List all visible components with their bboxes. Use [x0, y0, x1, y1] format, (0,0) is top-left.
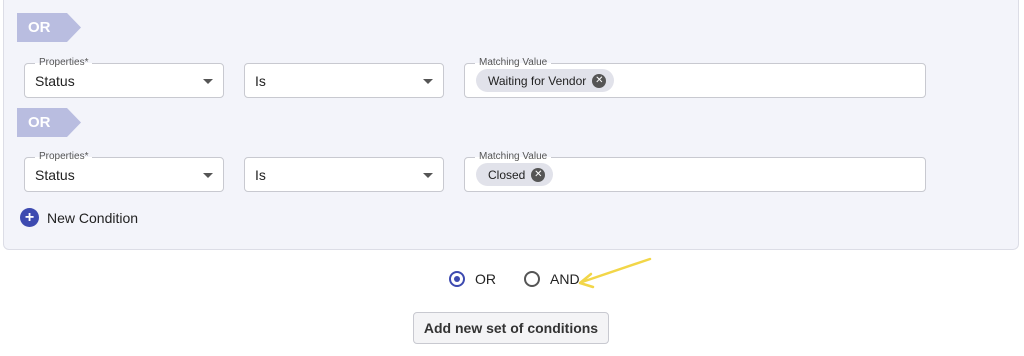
matching-value-label: Matching Value [475, 150, 552, 164]
chip-label: Closed [488, 167, 526, 182]
conditions-panel: OR Properties* Status Is Matching Value … [3, 0, 1019, 250]
property-value: Status [35, 73, 75, 89]
close-circle-icon[interactable]: ✕ [531, 167, 546, 182]
property-label: Properties* [35, 56, 93, 70]
condition-value: Is [255, 167, 266, 183]
close-circle-icon[interactable]: ✕ [592, 73, 607, 88]
add-new-set-button[interactable]: Add new set of conditions [413, 312, 609, 344]
radio-or[interactable] [449, 271, 465, 287]
matching-value-label: Matching Value [475, 56, 552, 70]
or-operator-tag: OR [17, 13, 81, 42]
caret-down-icon [423, 173, 433, 178]
condition-select[interactable]: Is [244, 157, 444, 192]
property-label: Properties* [35, 150, 93, 164]
condition-select[interactable]: Is [244, 63, 444, 98]
caret-down-icon [203, 79, 213, 84]
value-chip: Closed ✕ [476, 163, 554, 186]
logic-radio-group: OR AND [449, 271, 580, 287]
property-select[interactable]: Properties* Status [24, 56, 224, 98]
value-chip: Waiting for Vendor ✕ [476, 69, 615, 92]
property-value: Status [35, 167, 75, 183]
annotation-arrow-icon [578, 257, 652, 289]
plus-circle-icon: + [20, 208, 39, 227]
radio-or-label[interactable]: OR [475, 271, 496, 287]
radio-and[interactable] [524, 271, 540, 287]
matching-value-field[interactable]: Matching Value Closed ✕ [464, 150, 926, 192]
new-condition-button[interactable]: + New Condition [20, 208, 138, 227]
chip-label: Waiting for Vendor [488, 73, 587, 88]
property-select[interactable]: Properties* Status [24, 150, 224, 192]
condition-value: Is [255, 73, 266, 89]
caret-down-icon [423, 79, 433, 84]
new-condition-label: New Condition [47, 209, 139, 226]
matching-value-field[interactable]: Matching Value Waiting for Vendor ✕ [464, 56, 926, 98]
caret-down-icon [203, 173, 213, 178]
or-operator-tag: OR [17, 108, 81, 137]
